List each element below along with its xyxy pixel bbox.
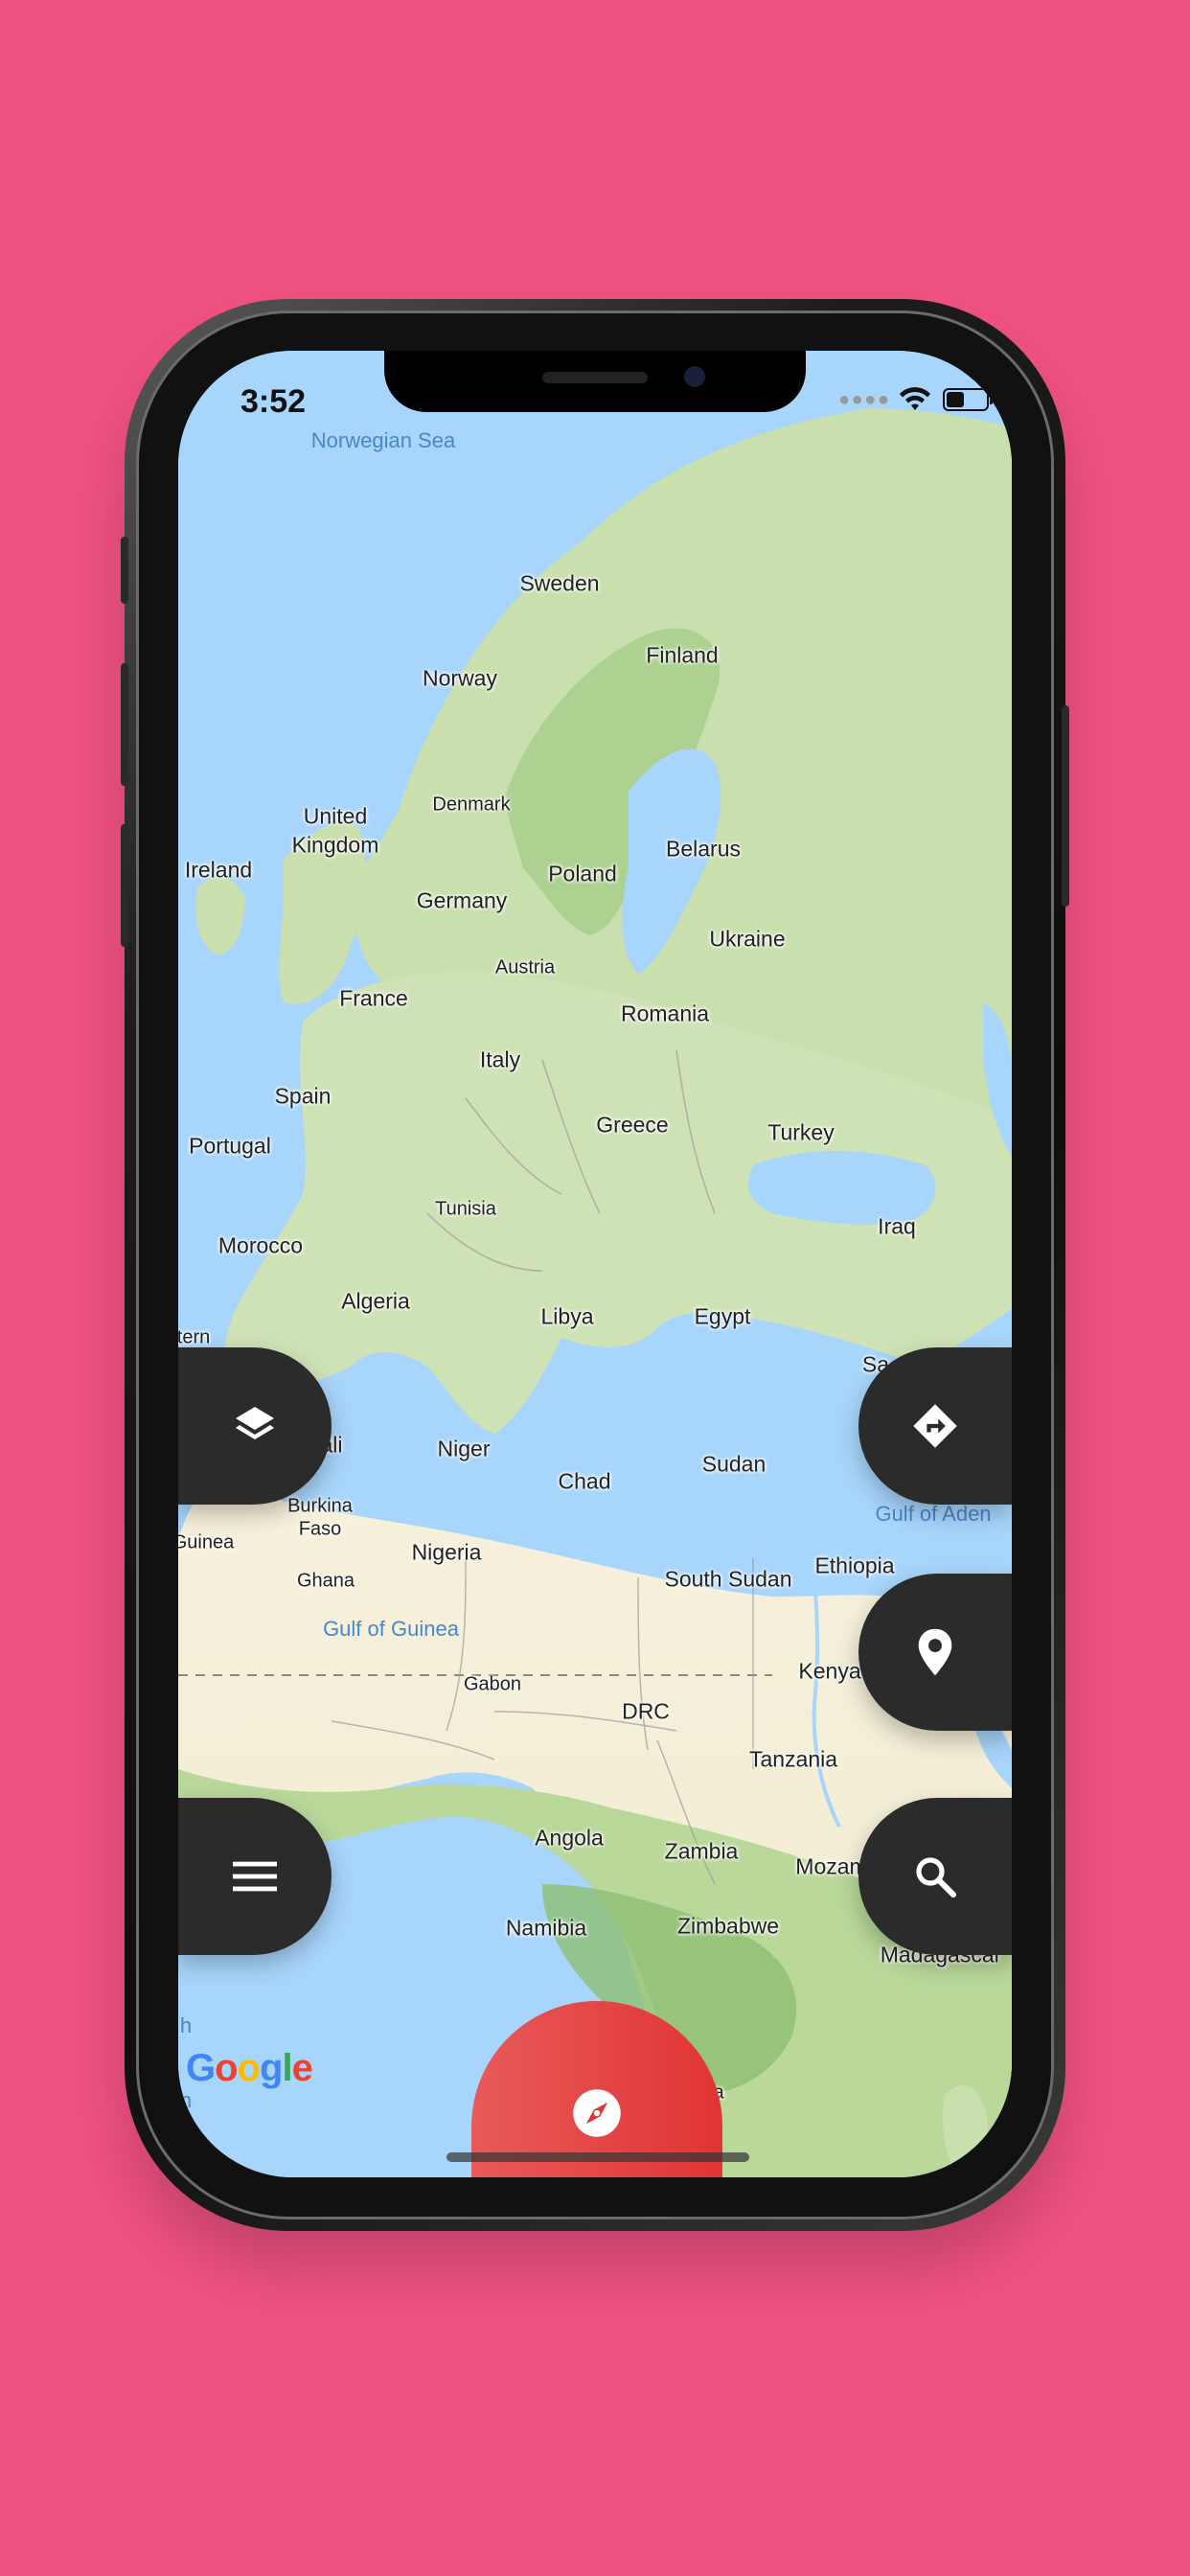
notch xyxy=(384,351,806,412)
label-denmark: Denmark xyxy=(432,794,511,816)
label-sweden: Sweden xyxy=(519,570,600,596)
battery-level xyxy=(947,392,964,407)
search-button[interactable] xyxy=(858,1798,1012,1955)
search-icon xyxy=(916,1857,956,1898)
label-morocco: Morocco xyxy=(217,1232,304,1258)
directions-button[interactable] xyxy=(858,1347,1012,1505)
label-portugal: Portugal xyxy=(189,1133,271,1159)
label-romania: Romania xyxy=(620,1000,710,1026)
status-icons: ● ● ● ● xyxy=(838,387,993,412)
label-gabon: Gabon xyxy=(463,1673,522,1695)
label-turkey: Turkey xyxy=(767,1119,835,1145)
label-united-kingdom-1: United xyxy=(303,803,368,829)
label-zimbabwe: Zimbabwe xyxy=(676,1913,780,1939)
label-gulf-of-guinea: Gulf of Guinea xyxy=(323,1617,459,1641)
label-greece: Greece xyxy=(596,1112,669,1138)
menu-button[interactable] xyxy=(178,1798,332,1955)
google-logo: Google xyxy=(186,2047,313,2089)
label-kenya: Kenya xyxy=(798,1658,861,1684)
label-ireland: Ireland xyxy=(184,857,253,883)
label-burkina-faso-1: Burkina xyxy=(287,1495,353,1517)
mute-switch xyxy=(121,537,128,604)
status-time: 3:52 xyxy=(240,383,307,420)
home-indicator[interactable] xyxy=(446,2152,749,2162)
label-ethiopia: Ethiopia xyxy=(814,1552,895,1578)
directions-icon xyxy=(913,1404,957,1448)
label-cut-n: n xyxy=(179,2088,193,2112)
label-guinea-partial: Guinea xyxy=(178,1531,235,1553)
label-poland: Poland xyxy=(548,861,617,886)
label-libya: Libya xyxy=(540,1303,594,1329)
phone-screen: Norwegian Sea Sweden Finland Norway Unit… xyxy=(178,351,1012,2177)
cellular-signal-icon: ● ● ● ● xyxy=(838,388,889,410)
menu-icon xyxy=(233,1861,277,1892)
label-spain: Spain xyxy=(274,1083,332,1109)
volume-down-button xyxy=(121,824,128,947)
label-sudan: Sudan xyxy=(701,1451,767,1477)
layers-icon xyxy=(236,1407,274,1439)
label-austria: Austria xyxy=(494,956,556,978)
label-mozambique-partial: Mozam xyxy=(795,1853,868,1879)
label-algeria: Algeria xyxy=(341,1288,410,1314)
power-button xyxy=(1062,705,1069,907)
label-angola: Angola xyxy=(535,1825,604,1851)
label-western-sahara-partial: tern xyxy=(178,1326,211,1348)
label-belarus: Belarus xyxy=(666,836,741,862)
label-egypt: Egypt xyxy=(694,1303,751,1329)
volume-up-button xyxy=(121,663,128,786)
label-cut-h: h xyxy=(179,2013,193,2037)
label-norway: Norway xyxy=(423,665,497,691)
label-tanzania: Tanzania xyxy=(748,1746,838,1772)
label-zambia: Zambia xyxy=(664,1838,739,1864)
label-gulf-of-aden: Gulf of Aden xyxy=(875,1502,992,1526)
label-iraq: Iraq xyxy=(878,1213,916,1239)
location-pin-icon xyxy=(918,1628,952,1676)
label-nigeria: Nigeria xyxy=(411,1539,482,1565)
speaker-grille xyxy=(542,372,648,383)
label-germany: Germany xyxy=(416,887,508,913)
label-niger: Niger xyxy=(437,1436,491,1461)
label-united-kingdom-2: Kingdom xyxy=(291,832,379,858)
battery-icon xyxy=(943,388,993,411)
label-norwegian-sea: Norwegian Sea xyxy=(310,428,456,452)
location-button[interactable] xyxy=(858,1574,1012,1731)
label-tunisia: Tunisia xyxy=(435,1198,496,1220)
label-namibia: Namibia xyxy=(505,1915,587,1941)
label-burkina-faso-2: Faso xyxy=(298,1518,342,1540)
label-ukraine: Ukraine xyxy=(709,926,786,952)
compass-icon xyxy=(573,2089,621,2137)
wifi-icon xyxy=(900,387,930,410)
label-italy: Italy xyxy=(479,1046,521,1072)
label-chad: Chad xyxy=(558,1468,611,1494)
label-south-sudan: South Sudan xyxy=(664,1566,792,1592)
front-camera xyxy=(684,366,705,387)
label-ghana: Ghana xyxy=(296,1570,355,1592)
label-finland: Finland xyxy=(646,642,719,668)
label-france: France xyxy=(339,985,408,1011)
layers-button[interactable] xyxy=(178,1347,332,1505)
label-drc: DRC xyxy=(622,1698,670,1724)
